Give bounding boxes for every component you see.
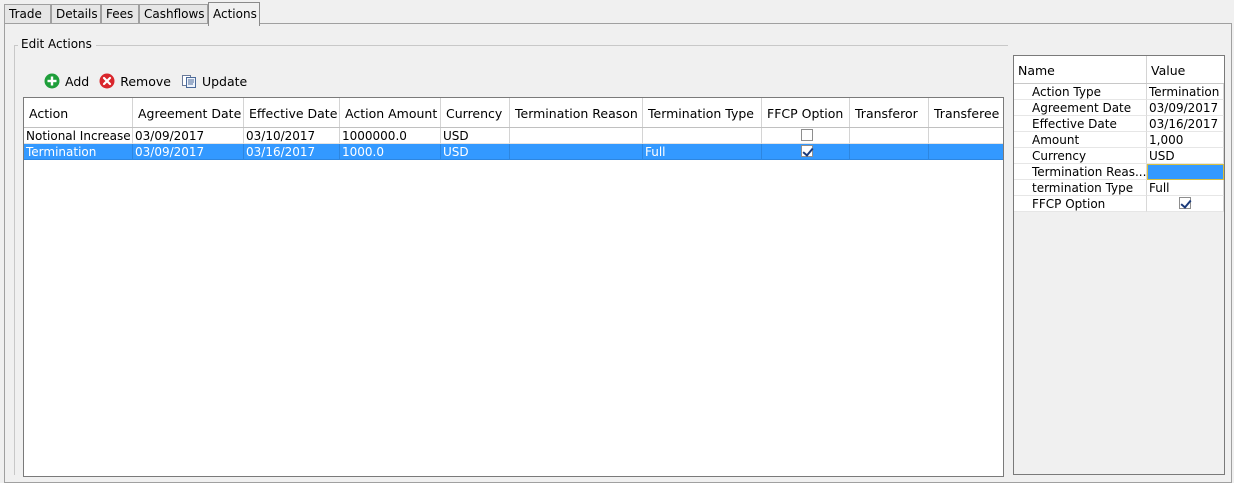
property-value[interactable]: 03/09/2017 <box>1147 100 1224 116</box>
cell-transferee <box>929 128 1003 144</box>
cell-transferor <box>850 128 929 144</box>
col-header-ffcp-option[interactable]: FFCP Option <box>762 98 850 127</box>
cell-currency: USD <box>441 144 510 160</box>
property-row[interactable]: Amount 1,000 <box>1014 132 1224 148</box>
col-header-termination-type[interactable]: Termination Type <box>643 98 762 127</box>
col-header-transferee[interactable]: Transferee <box>929 98 1003 127</box>
document-update-icon <box>181 75 196 88</box>
col-header-termination-reason[interactable]: Termination Reason <box>510 98 643 127</box>
add-button[interactable]: Add <box>44 73 89 89</box>
add-label: Add <box>65 73 90 89</box>
col-header-name[interactable]: Name <box>1014 56 1147 83</box>
property-value <box>1147 196 1224 212</box>
cell-termination-type <box>643 128 762 144</box>
property-row[interactable]: Effective Date 03/16/2017 <box>1014 116 1224 132</box>
tab-details[interactable]: Details <box>51 4 101 24</box>
cell-agreement-date: 03/09/2017 <box>133 144 244 160</box>
table-header: Action Agreement Date Effective Date Act… <box>24 98 1003 128</box>
col-header-transferor[interactable]: Transferor <box>850 98 929 127</box>
property-name: Amount <box>1014 132 1147 148</box>
section-title: Edit Actions <box>21 37 92 51</box>
property-value[interactable]: USD <box>1147 148 1224 164</box>
ffcp-checkbox[interactable] <box>800 129 813 141</box>
col-header-currency[interactable]: Currency <box>441 98 510 127</box>
col-header-action[interactable]: Action <box>24 98 133 127</box>
update-button[interactable]: Update <box>181 73 247 89</box>
actions-toolbar: Add Remove Update <box>44 71 257 91</box>
property-name: Termination Reas... <box>1014 164 1147 180</box>
update-label: Update <box>201 73 248 89</box>
property-value[interactable]: Full <box>1147 180 1224 196</box>
termination-reason-input[interactable] <box>1147 164 1224 180</box>
ffcp-option-checkbox[interactable] <box>1179 197 1191 209</box>
cell-action: Notional Increase <box>24 128 133 144</box>
property-name: Effective Date <box>1014 116 1147 132</box>
property-row[interactable]: Currency USD <box>1014 148 1224 164</box>
property-row[interactable]: termination Type Full <box>1014 180 1224 196</box>
cell-transferor <box>850 144 929 160</box>
property-row[interactable]: Action Type Termination <box>1014 84 1224 100</box>
cell-transferee <box>929 144 1003 160</box>
cell-effective-date: 03/10/2017 <box>244 128 340 144</box>
cell-agreement-date: 03/09/2017 <box>133 128 244 144</box>
remove-label: Remove <box>120 73 171 89</box>
col-header-action-amount[interactable]: Action Amount <box>340 98 441 127</box>
cell-action: Termination <box>24 144 133 160</box>
cell-termination-reason <box>510 144 643 160</box>
tab-actions[interactable]: Actions <box>208 2 260 26</box>
actions-table: Action Agreement Date Effective Date Act… <box>23 97 1004 477</box>
col-header-effective-date[interactable]: Effective Date <box>244 98 340 127</box>
property-value[interactable]: 03/16/2017 <box>1147 116 1224 132</box>
property-row[interactable]: Agreement Date 03/09/2017 <box>1014 100 1224 116</box>
property-name: termination Type <box>1014 180 1147 196</box>
cell-currency: USD <box>441 128 510 144</box>
col-header-agreement-date[interactable]: Agreement Date <box>133 98 244 127</box>
properties-panel: Name Value Action Type Termination Agree… <box>1013 55 1225 475</box>
cell-ffcp-option <box>762 144 850 160</box>
property-name: Currency <box>1014 148 1147 164</box>
property-row[interactable]: Termination Reas... <box>1014 164 1224 180</box>
property-row[interactable]: FFCP Option <box>1014 196 1224 212</box>
plus-circle-icon <box>44 73 60 89</box>
cell-effective-date: 03/16/2017 <box>244 144 340 160</box>
properties-header: Name Value <box>1014 56 1224 84</box>
property-name: Action Type <box>1014 84 1147 100</box>
table-row-selected[interactable]: Termination 03/09/2017 03/16/2017 1000.0… <box>24 144 1003 160</box>
cell-action-amount: 1000000.0 <box>340 128 441 144</box>
cell-ffcp-option <box>762 128 850 144</box>
table-row[interactable]: Notional Increase 03/09/2017 03/10/2017 … <box>24 128 1003 144</box>
property-value[interactable]: Termination <box>1147 84 1224 100</box>
col-header-value[interactable]: Value <box>1147 56 1224 83</box>
property-value[interactable]: 1,000 <box>1147 132 1224 148</box>
property-name: Agreement Date <box>1014 100 1147 116</box>
cell-action-amount: 1000.0 <box>340 144 441 160</box>
fieldset-border <box>14 45 15 475</box>
remove-button[interactable]: Remove <box>99 73 171 89</box>
tab-trade[interactable]: Trade <box>4 4 51 24</box>
property-name: FFCP Option <box>1014 196 1147 212</box>
x-circle-icon <box>99 73 115 89</box>
cell-termination-reason <box>510 128 643 144</box>
fieldset-border <box>96 45 1008 46</box>
cell-termination-type: Full <box>643 144 762 160</box>
tab-cashflows[interactable]: Cashflows <box>139 4 208 24</box>
ffcp-checkbox[interactable] <box>800 145 813 157</box>
tab-fees[interactable]: Fees <box>101 4 139 24</box>
